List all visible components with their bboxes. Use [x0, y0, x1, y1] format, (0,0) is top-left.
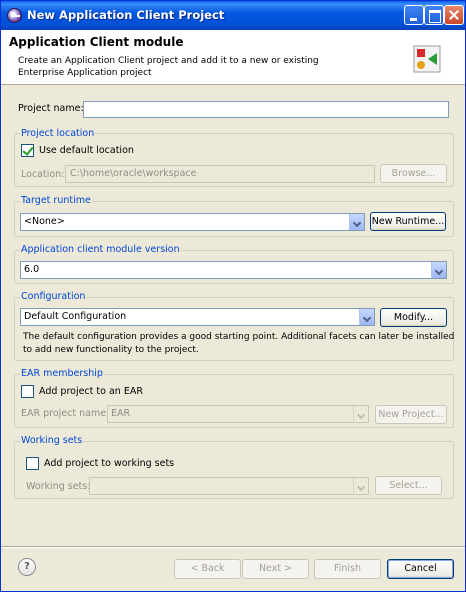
finish-button[interactable]: Finish [314, 559, 381, 579]
title-bar[interactable]: New Application Client Project [1, 1, 465, 30]
target-runtime-value: <None> [24, 216, 65, 227]
banner-heading: Application Client module [9, 35, 184, 49]
new-project-button[interactable]: New Project... [375, 405, 447, 424]
wizard-icon [413, 45, 441, 73]
project-name-input[interactable] [83, 101, 449, 118]
cancel-button[interactable]: Cancel [387, 559, 454, 579]
working-sets-select[interactable] [89, 477, 369, 495]
chevron-down-icon[interactable] [431, 262, 446, 278]
add-to-ear-label: Add project to an EAR [39, 386, 143, 397]
location-input[interactable]: C:\home\oracle\workspace [65, 165, 375, 183]
module-version-select[interactable]: 6.0 [20, 261, 447, 279]
configuration-description-line1: The default configuration provides a goo… [23, 332, 455, 342]
chevron-down-icon[interactable] [353, 406, 368, 422]
location-label: Location: [21, 169, 65, 180]
add-to-working-sets-label: Add project to working sets [44, 458, 175, 469]
chevron-down-icon[interactable] [349, 214, 364, 230]
module-version-title: Application client module version [20, 244, 181, 255]
module-version-value: 6.0 [24, 264, 40, 275]
ear-project-name-label: EAR project name: [21, 408, 110, 419]
target-runtime-select[interactable]: <None> [20, 213, 365, 231]
ear-project-select[interactable]: EAR [107, 405, 369, 423]
maximize-icon[interactable] [424, 5, 444, 25]
dialog-window: New Application Client Project Applicati… [0, 0, 466, 592]
ear-project-value: EAR [111, 408, 131, 419]
configuration-select[interactable]: Default Configuration [20, 308, 375, 326]
use-default-location-label: Use default location [39, 145, 134, 156]
chevron-down-icon[interactable] [353, 478, 368, 494]
modify-button[interactable]: Modify... [380, 308, 447, 327]
project-location-title: Project location [20, 128, 96, 139]
back-button[interactable]: < Back [174, 559, 241, 579]
help-icon[interactable]: ? [18, 558, 36, 576]
select-working-sets-button[interactable]: Select... [375, 476, 442, 495]
working-sets-title: Working sets [20, 435, 84, 446]
configuration-value: Default Configuration [24, 311, 127, 322]
ear-membership-title: EAR membership [20, 368, 104, 379]
new-runtime-button[interactable]: New Runtime... [370, 212, 446, 231]
add-to-ear-checkbox[interactable] [21, 385, 34, 398]
project-name-label: Project name: [18, 103, 84, 114]
window-title: New Application Client Project [27, 8, 225, 22]
minimize-icon[interactable] [404, 5, 424, 25]
app-icon [7, 8, 22, 23]
next-button[interactable]: Next > [242, 559, 309, 579]
use-default-location-checkbox[interactable] [21, 144, 34, 157]
configuration-title: Configuration [20, 291, 87, 302]
wizard-banner: Application Client module Create an Appl… [1, 30, 465, 85]
working-sets-label: Working sets: [26, 481, 91, 492]
footer-separator [1, 546, 465, 548]
chevron-down-icon[interactable] [359, 309, 374, 325]
banner-description: Create an Application Client project and… [18, 56, 319, 78]
browse-button[interactable]: Browse... [380, 164, 447, 183]
target-runtime-title: Target runtime [20, 195, 92, 206]
add-to-working-sets-checkbox[interactable] [26, 457, 39, 470]
configuration-description-line2: to add new functionality to the project. [23, 345, 199, 355]
close-icon[interactable] [444, 5, 464, 25]
